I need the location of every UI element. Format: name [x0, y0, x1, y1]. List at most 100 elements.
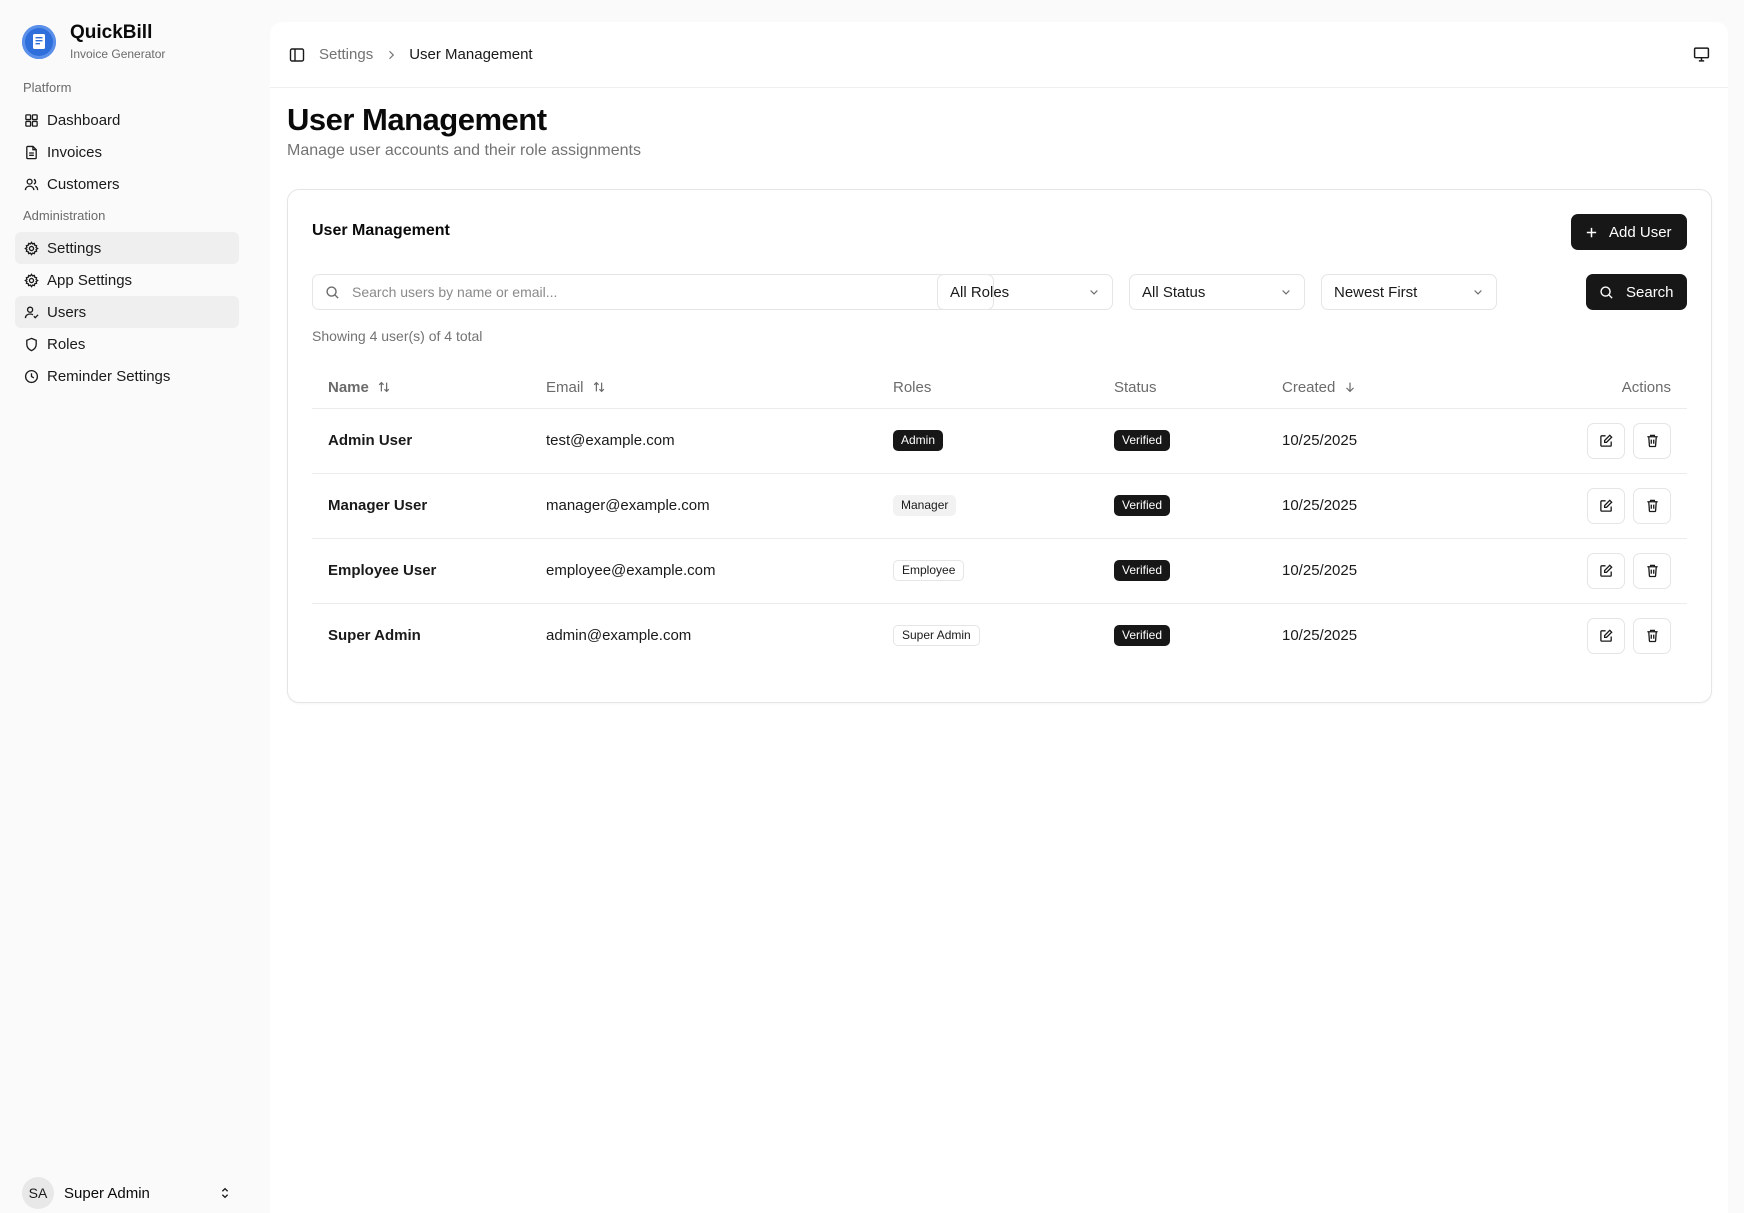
column-header-created[interactable]: Created [1282, 368, 1482, 409]
brand[interactable]: QuickBill Invoice Generator [22, 22, 165, 61]
delete-user-button[interactable] [1633, 617, 1671, 654]
role-badge: Manager [893, 495, 957, 516]
sidebar-item-invoices[interactable]: Invoices [15, 136, 239, 168]
avatar: SA [22, 1177, 54, 1209]
gear-icon [24, 272, 39, 288]
sidebar-item-label: Roles [47, 335, 86, 353]
sidebar-item-label: Dashboard [47, 111, 121, 129]
search-field[interactable] [312, 274, 994, 310]
sidebar-item-users[interactable]: Users [15, 296, 239, 328]
clock-icon [24, 369, 39, 383]
sidebar-item-label: App Settings [47, 271, 133, 289]
status-badge: Verified [1114, 495, 1171, 516]
user-actions-cell [1482, 603, 1687, 668]
monitor-icon[interactable] [1693, 46, 1710, 63]
breadcrumb-settings[interactable]: Settings [319, 46, 373, 63]
user-status-cell: Verified [1114, 408, 1282, 474]
role-badge: Employee [893, 560, 965, 581]
chevron-down-icon [1474, 290, 1482, 295]
column-header-email[interactable]: Email [546, 368, 893, 409]
sidebar-item-reminder-settings[interactable]: Reminder Settings [15, 360, 239, 392]
role-badge: Super Admin [893, 625, 980, 647]
breadcrumb-current: User Management [409, 46, 533, 63]
column-header-roles: Roles [893, 368, 1114, 409]
delete-user-button[interactable] [1633, 487, 1671, 524]
sidebar-item-label: Invoices [47, 143, 103, 161]
trash-icon [1646, 499, 1658, 513]
user-email-cell: test@example.com [546, 408, 893, 474]
user-roles-cell: Super Admin [893, 603, 1114, 668]
add-user-button[interactable]: Add User [1571, 214, 1687, 250]
user-actions-cell [1482, 538, 1687, 604]
search-icon [326, 285, 339, 299]
nav-group-platform: Platform [23, 80, 72, 95]
roles-filter-select[interactable]: All Roles [937, 274, 1113, 310]
sidebar-item-app-settings[interactable]: App Settings [15, 264, 239, 296]
user-roles-cell: Manager [893, 473, 1114, 539]
table-row: Super Admin admin@example.com Super Admi… [312, 603, 1687, 668]
user-name-cell: Employee User [312, 538, 546, 604]
table-row: Manager User manager@example.com Manager… [312, 473, 1687, 539]
column-header-name[interactable]: Name [312, 368, 546, 409]
status-badge: Verified [1114, 430, 1171, 451]
column-header-label: Email [546, 379, 584, 397]
user-status-cell: Verified [1114, 603, 1282, 668]
role-badge: Admin [893, 430, 944, 451]
add-user-label: Add User [1609, 223, 1672, 241]
user-created-cell: 10/25/2025 [1282, 408, 1482, 474]
app-name: QuickBill [70, 22, 153, 43]
user-roles-cell: Employee [893, 538, 1114, 604]
gear-icon [24, 240, 39, 256]
main-content: Settings User Management User Management… [270, 22, 1728, 1213]
table-row: Admin User test@example.com Admin Verifi… [312, 408, 1687, 474]
sidebar-item-customers[interactable]: Customers [15, 168, 239, 200]
app-subtitle: Invoice Generator [70, 47, 166, 61]
sidebar-item-label: Reminder Settings [47, 367, 171, 385]
sort-select[interactable]: Newest First [1321, 274, 1497, 310]
trash-icon [1646, 434, 1658, 448]
delete-user-button[interactable] [1633, 422, 1671, 459]
user-status-cell: Verified [1114, 538, 1282, 604]
plus-icon [1586, 227, 1597, 237]
chevron-down-icon [1090, 290, 1098, 295]
edit-user-button[interactable] [1587, 617, 1625, 654]
user-email-cell: employee@example.com [546, 538, 893, 604]
chevrons-up-down-icon [221, 1187, 229, 1199]
sort-icon[interactable] [377, 380, 391, 394]
chevron-right-icon [389, 50, 395, 59]
search-input[interactable] [352, 284, 972, 300]
users-table: Name Email Roles Status Created Actions … [312, 368, 1687, 668]
shield-icon [26, 337, 37, 351]
user-email-cell: admin@example.com [546, 627, 692, 645]
sidebar-toggle-icon[interactable] [289, 47, 305, 63]
status-filter-value: All Status [1142, 283, 1206, 301]
edit-user-button[interactable] [1587, 422, 1625, 459]
sort-value: Newest First [1334, 283, 1418, 301]
nav-group-administration: Administration [23, 208, 106, 223]
arrow-down-icon[interactable] [1343, 380, 1357, 394]
sidebar-item-dashboard[interactable]: Dashboard [15, 104, 239, 136]
user-actions-cell [1482, 408, 1687, 474]
sidebar: QuickBill Invoice Generator Platform Das… [0, 0, 270, 1213]
sidebar-item-roles[interactable]: Roles [15, 328, 239, 360]
trash-icon [1646, 564, 1658, 578]
delete-user-button[interactable] [1633, 552, 1671, 589]
user-email-cell: manager@example.com [546, 473, 893, 539]
user-roles-cell: Admin [893, 408, 1114, 474]
column-header-label: Created [1282, 379, 1336, 397]
roles-filter-value: All Roles [950, 283, 1010, 301]
status-badge: Verified [1114, 560, 1171, 581]
user-created-cell: 10/25/2025 [1282, 473, 1482, 539]
search-button[interactable]: Search [1586, 274, 1687, 310]
search-icon [1600, 285, 1613, 299]
edit-user-button[interactable] [1587, 552, 1625, 589]
result-count: Showing 4 user(s) of 4 total [312, 328, 483, 344]
sidebar-item-label: Users [47, 303, 87, 321]
table-header-row: Name Email Roles Status Created Actions [312, 368, 1687, 409]
status-filter-select[interactable]: All Status [1129, 274, 1305, 310]
users-icon [24, 178, 39, 190]
sort-icon[interactable] [592, 380, 606, 394]
sidebar-item-settings[interactable]: Settings [15, 232, 239, 264]
user-menu[interactable]: SA Super Admin [22, 1177, 232, 1209]
edit-user-button[interactable] [1587, 487, 1625, 524]
